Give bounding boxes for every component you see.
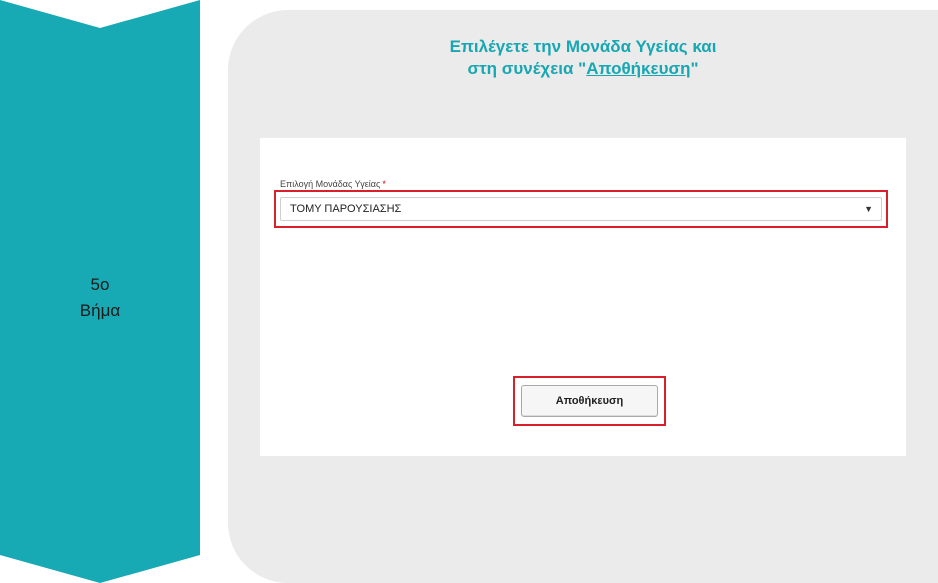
instructions-line-1: Επιλέγετε την Μονάδα Υγείας και: [449, 37, 717, 56]
save-button-highlight-frame: Αποθήκευση: [513, 376, 666, 426]
chevron-down-icon[interactable]: ▼: [864, 198, 873, 220]
form-card: Επιλογή Μονάδας Υγείας * ΤΟΜΥ ΠΑΡΟΥΣΙΑΣΗΣ…: [260, 138, 906, 456]
instructions-title: Επιλέγετε την Μονάδα Υγείας και στη συνέ…: [283, 36, 883, 80]
select-highlight-frame: ΤΟΜΥ ΠΑΡΟΥΣΙΑΣΗΣ ▼: [274, 190, 888, 228]
content-panel: Επιλέγετε την Μονάδα Υγείας και στη συνέ…: [228, 10, 938, 583]
instructions-line-2-prefix: στη συνέχεια ": [467, 59, 587, 78]
health-unit-select[interactable]: ΤΟΜΥ ΠΑΡΟΥΣΙΑΣΗΣ ▼: [280, 197, 882, 221]
step-label: 5ο Βήμα: [0, 272, 200, 324]
health-unit-label-text: Επιλογή Μονάδας Υγείας: [280, 179, 381, 189]
step-word: Βήμα: [79, 301, 121, 320]
step-number: 5ο: [90, 275, 110, 294]
instructions-save-link: Αποθήκευση: [586, 59, 691, 78]
health-unit-label: Επιλογή Μονάδας Υγείας *: [280, 179, 386, 189]
save-button[interactable]: Αποθήκευση: [521, 385, 658, 417]
instructions-line-2: στη συνέχεια "Αποθήκευση": [283, 58, 883, 80]
health-unit-selected-value: ΤΟΜΥ ΠΑΡΟΥΣΙΑΣΗΣ: [290, 203, 402, 215]
required-asterisk: *: [382, 179, 386, 189]
instructions-line-2-suffix: ": [690, 59, 699, 78]
